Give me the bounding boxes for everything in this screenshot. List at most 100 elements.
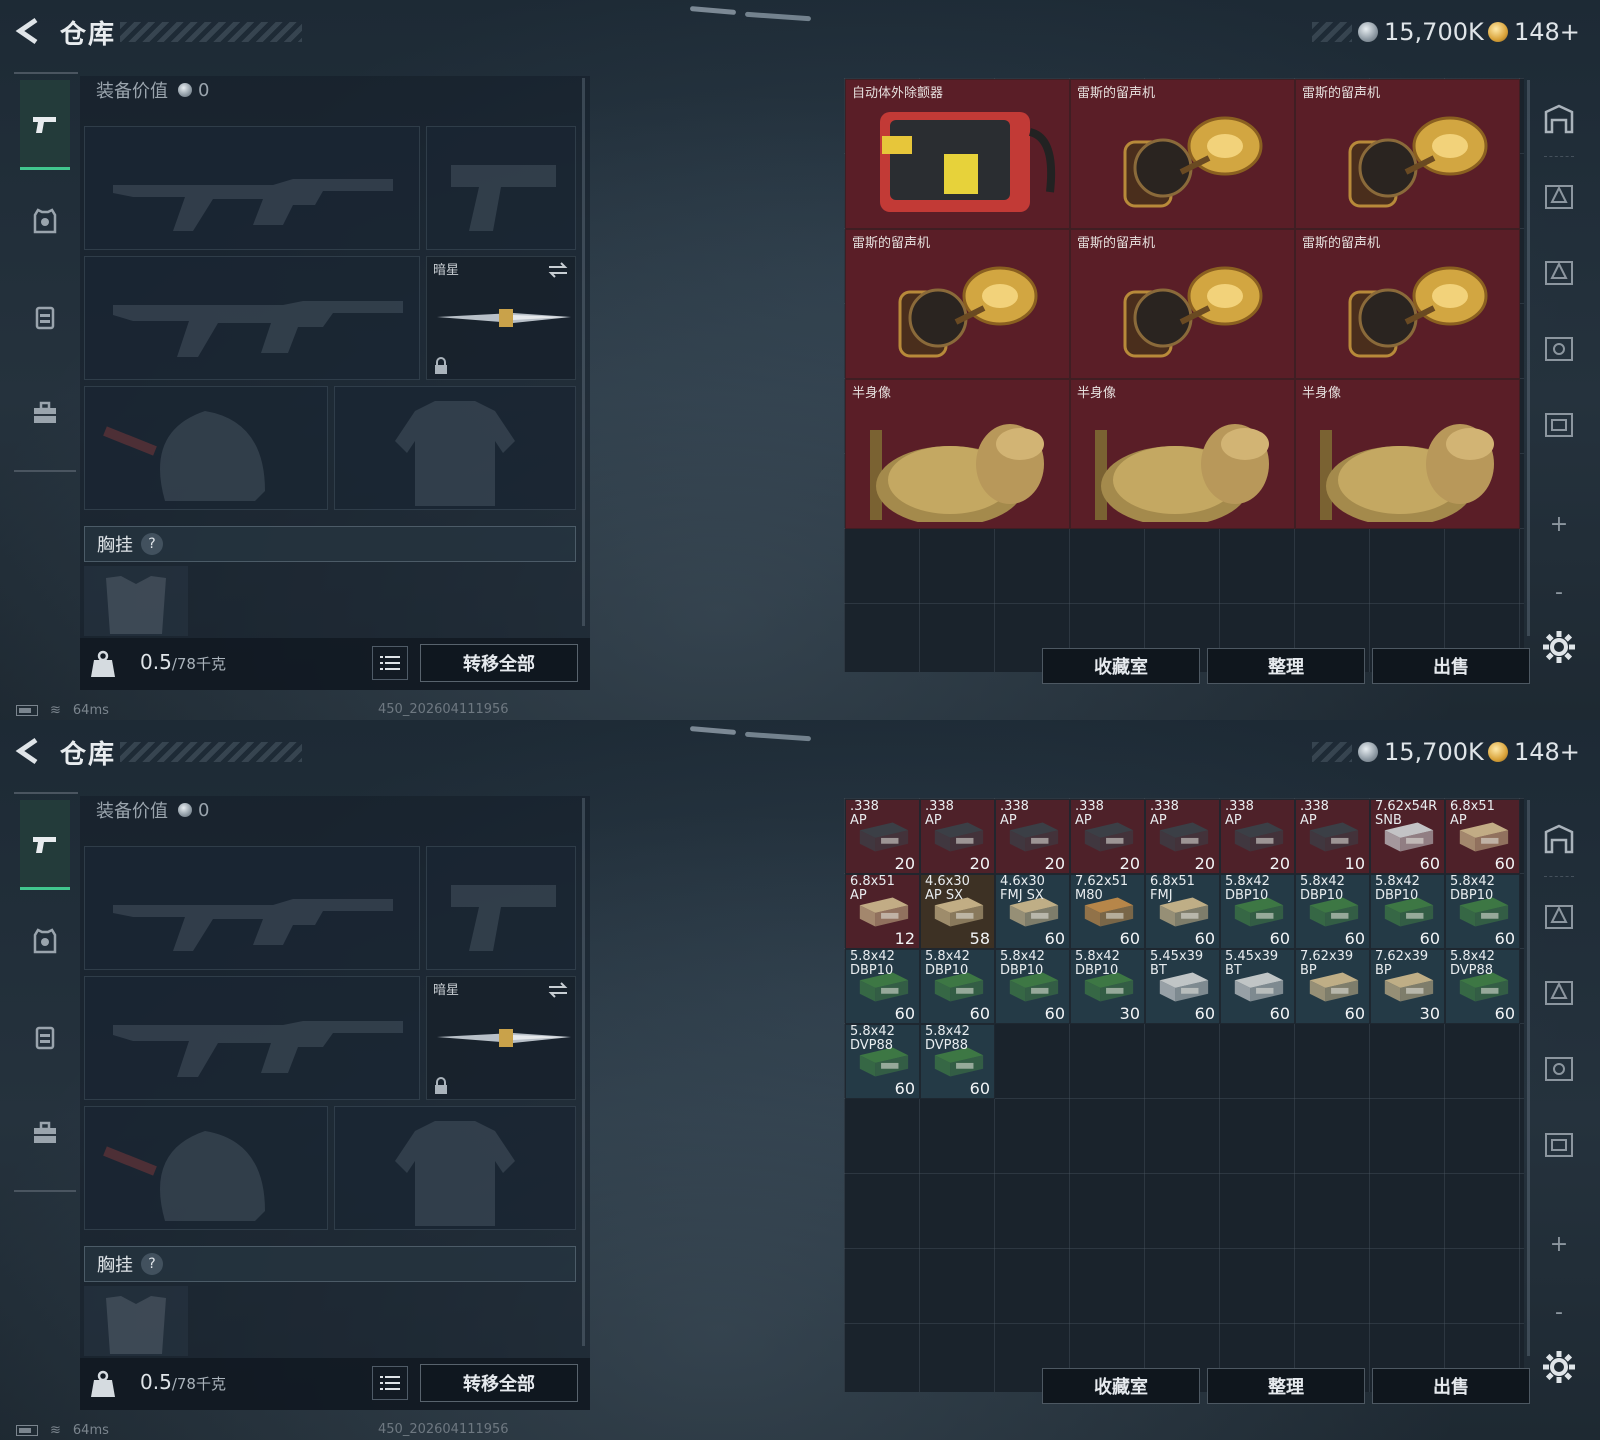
swap-icon[interactable] bbox=[547, 981, 569, 999]
melee-slot[interactable]: 暗星 bbox=[426, 256, 576, 380]
ammo-stack[interactable]: 5.8x42 DBP10 60 bbox=[1370, 874, 1445, 949]
swap-icon[interactable] bbox=[547, 261, 569, 279]
help-icon[interactable]: ? bbox=[141, 533, 163, 555]
stash-item-bust[interactable]: 半身像 bbox=[1070, 379, 1295, 529]
tab-armor[interactable] bbox=[20, 176, 70, 266]
transfer-all-button[interactable]: 转移全部 bbox=[420, 644, 578, 682]
ammo-stack[interactable]: 6.8x51 FMJ 60 bbox=[1145, 874, 1220, 949]
stash-scrollbar[interactable] bbox=[1527, 800, 1530, 1356]
add-stash-page-button[interactable]: + bbox=[1536, 512, 1582, 537]
stash-page-5-button[interactable] bbox=[1536, 1120, 1582, 1166]
ammo-stack[interactable]: 4.6x30 FMJ SX 60 bbox=[995, 874, 1070, 949]
ammo-stack[interactable]: 4.6x30 AP SX 58 bbox=[920, 874, 995, 949]
remove-stash-page-button[interactable]: - bbox=[1536, 580, 1582, 605]
sort-button[interactable]: 整理 bbox=[1207, 648, 1365, 684]
stash-scrollbar[interactable] bbox=[1527, 80, 1530, 636]
transfer-all-button[interactable]: 转移全部 bbox=[420, 1364, 578, 1402]
ammo-stack[interactable]: 5.8x42 DBP10 30 bbox=[1070, 949, 1145, 1024]
gear-icon[interactable] bbox=[1540, 1348, 1578, 1386]
ammo-stack[interactable]: 5.8x42 DVP88 60 bbox=[845, 1024, 920, 1099]
tab-case[interactable] bbox=[20, 1088, 70, 1178]
ammo-stack[interactable]: 5.8x42 DBP10 60 bbox=[920, 949, 995, 1024]
body-armor-slot[interactable] bbox=[334, 1106, 576, 1230]
helmet-slot[interactable] bbox=[84, 1106, 328, 1230]
ammo-stack[interactable]: 5.45x39 BT 60 bbox=[1145, 949, 1220, 1024]
help-icon[interactable]: ? bbox=[141, 1253, 163, 1275]
stash-item-bust[interactable]: 半身像 bbox=[845, 379, 1070, 529]
sell-button[interactable]: 出售 bbox=[1372, 648, 1530, 684]
tab-backpack[interactable] bbox=[20, 272, 70, 362]
gold-balance[interactable]: 148+ bbox=[1488, 16, 1580, 48]
add-stash-page-button[interactable]: + bbox=[1536, 1232, 1582, 1257]
tab-case[interactable] bbox=[20, 368, 70, 458]
chest-rig-slot[interactable] bbox=[84, 566, 188, 636]
primary-weapon-slot[interactable] bbox=[84, 846, 420, 970]
sell-button[interactable]: 出售 bbox=[1372, 1368, 1530, 1404]
stash-item-gramophone[interactable]: 雷斯的留声机 bbox=[1070, 79, 1295, 229]
gear-icon[interactable] bbox=[1540, 628, 1578, 666]
ammo-stack[interactable]: 7.62x39 BP 60 bbox=[1295, 949, 1370, 1024]
ammo-stack[interactable]: .338 AP 20 bbox=[1220, 799, 1295, 874]
tab-armor[interactable] bbox=[20, 896, 70, 986]
ammo-stack[interactable]: 5.8x42 DBP10 60 bbox=[1295, 874, 1370, 949]
stash-item-defibrillator[interactable]: 自动体外除颤器 bbox=[845, 79, 1070, 229]
ammo-stack[interactable]: 5.8x42 DVP88 60 bbox=[920, 1024, 995, 1099]
stash-item-gramophone[interactable]: 雷斯的留声机 bbox=[845, 229, 1070, 379]
stash-item-gramophone[interactable]: 雷斯的留声机 bbox=[1295, 79, 1520, 229]
ammo-stack[interactable]: .338 AP 20 bbox=[1145, 799, 1220, 874]
equipment-scrollbar[interactable] bbox=[582, 798, 585, 1346]
body-armor-slot[interactable] bbox=[334, 386, 576, 510]
remove-stash-page-button[interactable]: - bbox=[1536, 1300, 1582, 1325]
ammo-stack[interactable]: 7.62x39 BP 30 bbox=[1370, 949, 1445, 1024]
ammo-stack[interactable]: 6.8x51 AP 60 bbox=[1445, 799, 1520, 874]
ammo-stack[interactable]: 6.8x51 AP 12 bbox=[845, 874, 920, 949]
stash-item-gramophone[interactable]: 雷斯的留声机 bbox=[1070, 229, 1295, 379]
stash-item-gramophone[interactable]: 雷斯的留声机 bbox=[1295, 229, 1520, 379]
ammo-stack[interactable]: 7.62x51 M80 60 bbox=[1070, 874, 1145, 949]
back-button[interactable] bbox=[14, 736, 44, 766]
collection-room-button[interactable]: 收藏室 bbox=[1042, 1368, 1200, 1404]
equipment-scrollbar[interactable] bbox=[582, 78, 585, 626]
sort-button[interactable]: 整理 bbox=[1207, 1368, 1365, 1404]
stash-page-3-button[interactable] bbox=[1536, 248, 1582, 294]
tab-weapons[interactable] bbox=[20, 80, 70, 170]
stash-page-1-button[interactable] bbox=[1536, 816, 1582, 862]
ammo-stack[interactable]: 7.62x54R SNB 60 bbox=[1370, 799, 1445, 874]
chest-rig-slot[interactable] bbox=[84, 1286, 188, 1356]
money-balance[interactable]: 15,700K bbox=[1358, 736, 1484, 768]
ammo-stack[interactable]: 5.8x42 DBP10 60 bbox=[995, 949, 1070, 1024]
list-view-button[interactable] bbox=[372, 1366, 408, 1400]
gold-balance[interactable]: 148+ bbox=[1488, 736, 1580, 768]
secondary-weapon-slot[interactable] bbox=[84, 256, 420, 380]
ammo-stack[interactable]: 5.8x42 DBP10 60 bbox=[1445, 874, 1520, 949]
ammo-stack[interactable]: 5.8x42 DBP10 60 bbox=[1220, 874, 1295, 949]
ammo-stack[interactable]: .338 AP 20 bbox=[1070, 799, 1145, 874]
ammo-stack[interactable]: 5.8x42 DBP10 60 bbox=[845, 949, 920, 1024]
list-view-button[interactable] bbox=[372, 646, 408, 680]
stash-page-4-button[interactable] bbox=[1536, 1044, 1582, 1090]
ammo-stack[interactable]: .338 AP 20 bbox=[845, 799, 920, 874]
stash-page-2-button[interactable] bbox=[1536, 892, 1582, 938]
ammo-stack[interactable]: .338 AP 20 bbox=[995, 799, 1070, 874]
back-button[interactable] bbox=[14, 16, 44, 46]
money-balance[interactable]: 15,700K bbox=[1358, 16, 1484, 48]
stash-page-1-button[interactable] bbox=[1536, 96, 1582, 142]
helmet-slot[interactable] bbox=[84, 386, 328, 510]
ammo-stack[interactable]: .338 AP 10 bbox=[1295, 799, 1370, 874]
primary-weapon-slot[interactable] bbox=[84, 126, 420, 250]
stash-page-4-button[interactable] bbox=[1536, 324, 1582, 370]
melee-slot[interactable]: 暗星 bbox=[426, 976, 576, 1100]
stash-page-2-button[interactable] bbox=[1536, 172, 1582, 218]
stash-page-3-button[interactable] bbox=[1536, 968, 1582, 1014]
chest-rig-header[interactable]: 胸挂 ? bbox=[84, 526, 576, 562]
tab-weapons[interactable] bbox=[20, 800, 70, 890]
collection-room-button[interactable]: 收藏室 bbox=[1042, 648, 1200, 684]
chest-rig-header[interactable]: 胸挂 ? bbox=[84, 1246, 576, 1282]
sidearm-slot[interactable] bbox=[426, 846, 576, 970]
secondary-weapon-slot[interactable] bbox=[84, 976, 420, 1100]
stash-page-5-button[interactable] bbox=[1536, 400, 1582, 446]
sidearm-slot[interactable] bbox=[426, 126, 576, 250]
ammo-stack[interactable]: .338 AP 20 bbox=[920, 799, 995, 874]
ammo-stack[interactable]: 5.45x39 BT 60 bbox=[1220, 949, 1295, 1024]
stash-item-bust[interactable]: 半身像 bbox=[1295, 379, 1520, 529]
